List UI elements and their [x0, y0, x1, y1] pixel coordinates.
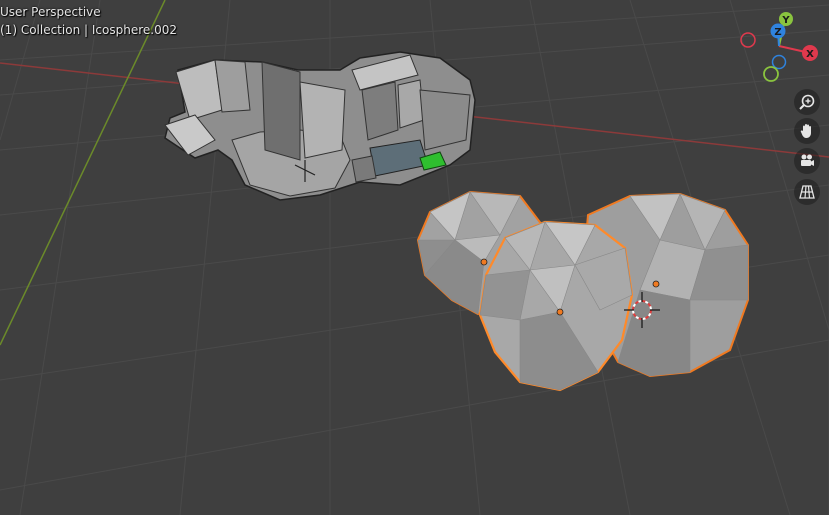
- zoom-icon: [799, 94, 815, 110]
- view-name-label: User Perspective: [0, 5, 101, 19]
- gizmo-neg-z[interactable]: [771, 54, 787, 70]
- separator: |: [84, 23, 89, 37]
- gizmo-neg-y[interactable]: [763, 66, 779, 82]
- pan-button[interactable]: [794, 118, 820, 144]
- zoom-button[interactable]: [794, 89, 820, 115]
- camera-icon: [801, 154, 814, 166]
- icosphere-active[interactable]: [478, 220, 634, 392]
- active-object-info: (1) Collection | Icosphere.002: [0, 22, 177, 38]
- navigation-gizmo[interactable]: X Y Z: [740, 12, 818, 82]
- collection-label: (1) Collection: [0, 23, 81, 37]
- scene-canvas[interactable]: X Y Z: [0, 0, 829, 515]
- ortho-toggle-button[interactable]: [794, 179, 820, 205]
- gizmo-y-label: Y: [781, 15, 790, 26]
- gizmo-z-label: Z: [774, 27, 781, 38]
- grid-ortho-icon: [799, 185, 815, 199]
- active-object-name: Icosphere.002: [91, 23, 177, 37]
- gizmo-x-label: X: [806, 49, 814, 60]
- gizmo-neg-x[interactable]: [740, 32, 756, 48]
- building-model[interactable]: [164, 51, 476, 201]
- 3d-viewport[interactable]: X Y Z User Perspective (1) Collection | …: [0, 0, 829, 515]
- camera-view-button[interactable]: [794, 148, 820, 174]
- hand-pan-icon: [800, 124, 811, 138]
